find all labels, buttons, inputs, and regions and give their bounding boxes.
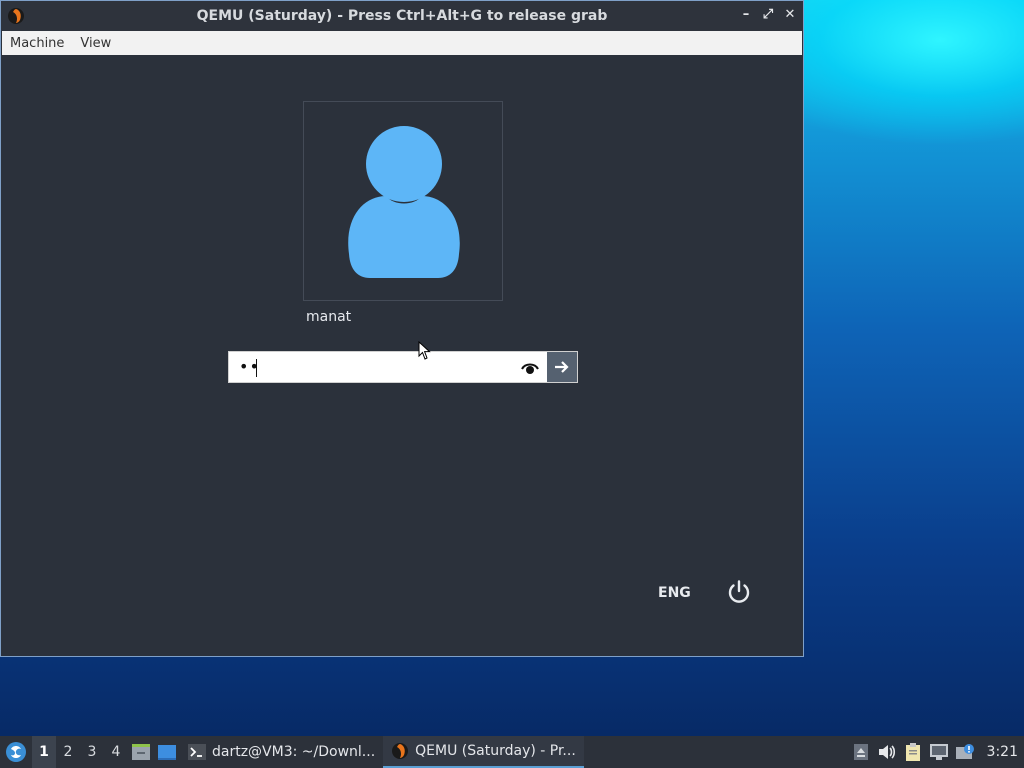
clipboard-icon[interactable]: [903, 742, 923, 762]
password-input[interactable]: ••: [228, 351, 578, 383]
taskbar-task-qemu[interactable]: QEMU (Saturday) - Pr...: [383, 736, 584, 768]
distro-logo-icon: [6, 742, 26, 762]
close-button[interactable]: ✕: [783, 6, 797, 24]
user-avatar-icon: [348, 126, 460, 278]
keyboard-layout-button[interactable]: ENG: [658, 585, 691, 601]
clock[interactable]: 3:21: [987, 744, 1018, 760]
task-label: dartz@VM3: ~/Downl...: [212, 744, 376, 760]
vm-display[interactable]: manat •• ENG: [2, 55, 802, 656]
workspace-3-button[interactable]: 3: [80, 736, 104, 768]
menu-machine[interactable]: Machine: [10, 36, 64, 51]
window-title: QEMU (Saturday) - Press Ctrl+Alt+G to re…: [196, 8, 608, 24]
user-avatar[interactable]: [303, 101, 503, 301]
qemu-icon: [392, 743, 409, 759]
network-icon[interactable]: [929, 742, 949, 762]
system-tray: 3:21: [851, 736, 1024, 768]
file-manager-launcher[interactable]: [128, 736, 154, 768]
window-controls: – ⤢ ✕: [739, 6, 797, 24]
taskbar: 1 2 3 4 dartz@VM3: ~/Downl... QEMU (Satu…: [0, 736, 1024, 768]
show-desktop-icon: [158, 745, 176, 760]
power-icon[interactable]: [726, 579, 752, 605]
folder-icon: [132, 744, 150, 760]
minimize-button[interactable]: –: [739, 6, 753, 24]
tray-eject-icon[interactable]: [851, 742, 871, 762]
workspace-2-button[interactable]: 2: [56, 736, 80, 768]
window-titlebar[interactable]: QEMU (Saturday) - Press Ctrl+Alt+G to re…: [1, 1, 803, 31]
task-label: QEMU (Saturday) - Pr...: [415, 743, 576, 759]
qemu-logo-icon: [8, 8, 24, 24]
eye-icon[interactable]: [521, 360, 539, 376]
username-label: manat: [306, 309, 352, 325]
terminal-icon: [188, 744, 206, 760]
text-caret: [256, 359, 257, 377]
desktop-launcher[interactable]: [154, 736, 180, 768]
menubar: Machine View: [2, 31, 802, 55]
mouse-pointer-icon: [418, 341, 431, 360]
workspace-1-button[interactable]: 1: [32, 736, 56, 768]
qemu-window: QEMU (Saturday) - Press Ctrl+Alt+G to re…: [0, 0, 804, 657]
login-submit-button[interactable]: [547, 352, 577, 382]
arrow-right-icon: [555, 361, 569, 373]
taskbar-task-terminal[interactable]: dartz@VM3: ~/Downl...: [180, 736, 383, 768]
start-menu-button[interactable]: [0, 736, 32, 768]
workspace-4-button[interactable]: 4: [104, 736, 128, 768]
maximize-button[interactable]: ⤢: [761, 6, 775, 24]
volume-icon[interactable]: [877, 742, 897, 762]
menu-view[interactable]: View: [80, 36, 111, 51]
notification-icon[interactable]: [955, 742, 975, 762]
